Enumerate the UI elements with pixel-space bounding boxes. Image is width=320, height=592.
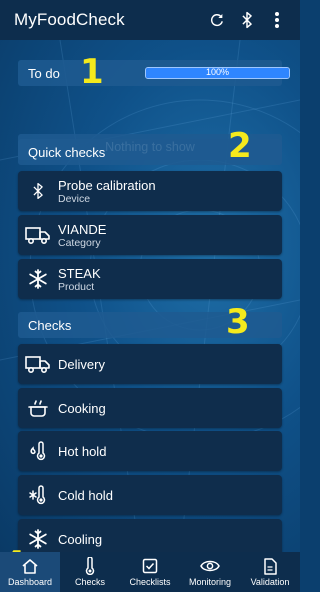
app-bar: MyFoodCheck <box>0 0 300 40</box>
home-icon <box>21 557 39 575</box>
todo-label: To do <box>28 65 60 81</box>
check-label: Hot hold <box>58 443 107 459</box>
check-label: Cold hold <box>58 487 113 503</box>
check-delivery[interactable]: Delivery <box>18 344 282 384</box>
eye-icon <box>200 557 220 575</box>
document-icon <box>263 557 277 575</box>
nav-label: Checklists <box>129 577 171 587</box>
more-options-button[interactable] <box>262 5 292 35</box>
check-label: Cooking <box>58 400 106 416</box>
bluetooth-icon <box>242 11 252 29</box>
check-label: Cooling <box>58 531 103 547</box>
quick-check-steak[interactable]: STEAK Product <box>18 259 282 299</box>
nav-label: Dashboard <box>7 577 53 587</box>
more-vert-icon <box>275 12 279 28</box>
nav-label: Checks <box>74 577 105 587</box>
check-label: Delivery <box>58 356 105 372</box>
thermometer-icon <box>85 557 95 575</box>
check-cooling[interactable]: Cooling <box>18 519 282 552</box>
todo-progress-text: 100% <box>205 67 230 77</box>
quick-check-type: Category <box>58 236 101 249</box>
quick-check-type: Product <box>58 280 95 293</box>
truck-icon <box>18 215 58 255</box>
annotation-marker-1: 1 <box>80 52 104 92</box>
todo-header: To do 100% <box>18 60 290 86</box>
check-cooking[interactable]: Cooking <box>18 388 282 428</box>
nav-label: Monitoring <box>188 577 232 587</box>
cold-thermometer-icon <box>18 475 58 515</box>
todo-progress-bar: 100% <box>145 67 290 79</box>
quick-check-label: VIANDE <box>58 221 107 237</box>
app-title: MyFoodCheck <box>14 10 125 29</box>
snowflake-icon <box>18 259 58 299</box>
check-hot-hold[interactable]: Hot hold <box>18 431 282 471</box>
annotation-marker-3: 3 <box>226 302 250 342</box>
check-cold-hold[interactable]: Cold hold <box>18 475 282 515</box>
bottom-navigation: Dashboard Checks Checklists Monitoring V… <box>0 552 300 592</box>
checks-title: Checks <box>28 317 72 333</box>
nav-dashboard[interactable]: Dashboard <box>0 552 60 592</box>
quick-check-viande[interactable]: VIANDE Category <box>18 215 282 255</box>
pot-icon <box>18 388 58 428</box>
nav-validation[interactable]: Validation <box>240 552 300 592</box>
annotation-marker-2: 2 <box>228 126 252 166</box>
hot-thermometer-icon <box>18 431 58 471</box>
nav-label: Validation <box>250 577 290 587</box>
bluetooth-button[interactable] <box>232 5 262 35</box>
quick-check-label: Probe calibration <box>58 177 156 193</box>
quick-check-probe-calibration[interactable]: Probe calibration Device <box>18 171 282 211</box>
quick-checks-title: Quick checks <box>28 144 106 160</box>
bluetooth-icon <box>18 171 58 211</box>
nav-checks[interactable]: Checks <box>60 552 120 592</box>
checklist-icon <box>142 557 158 575</box>
app-bar-actions <box>202 0 292 40</box>
refresh-icon <box>210 14 223 27</box>
quick-check-label: STEAK <box>58 265 101 281</box>
dashboard-content: To do 100% Nothing to show Quick checks … <box>0 40 300 552</box>
truck-icon <box>18 344 58 384</box>
refresh-button[interactable] <box>202 5 232 35</box>
nav-monitoring[interactable]: Monitoring <box>180 552 240 592</box>
quick-check-type: Device <box>58 192 91 205</box>
nav-checklists[interactable]: Checklists <box>120 552 180 592</box>
